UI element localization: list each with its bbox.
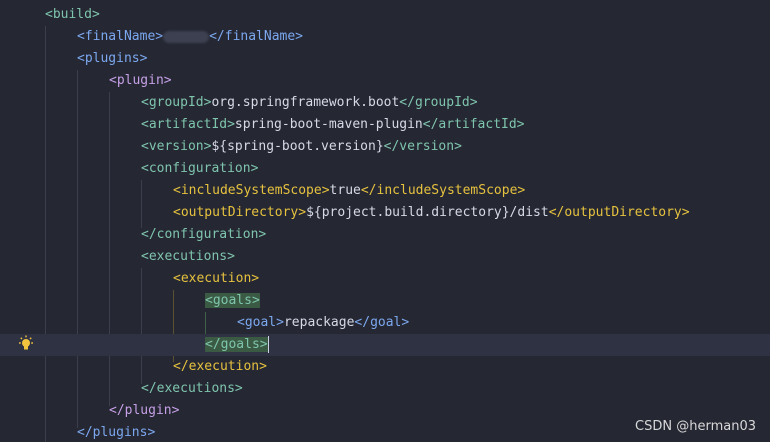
xml-tag: <outputDirectory> [173, 205, 307, 220]
xml-tag: <plugins> [77, 51, 148, 66]
code-line[interactable]: <includeSystemScope>true</includeSystemS… [0, 180, 770, 202]
code-line[interactable]: </configuration> [0, 224, 770, 246]
code-line[interactable]: <artifactId>spring-boot-maven-plugin</ar… [0, 114, 770, 136]
xml-tag: </goal> [354, 315, 410, 330]
code-line[interactable]: </execution> [0, 356, 770, 378]
xml-tag: </finalName> [209, 29, 304, 44]
xml-value: ${project.build.directory}/dist [306, 205, 549, 220]
xml-tag: </outputDirectory> [548, 205, 690, 220]
xml-tag: <execution> [173, 271, 260, 286]
xml-tag: </executions> [141, 381, 243, 396]
xml-tag: </configuration> [141, 227, 267, 242]
code-line[interactable]: <version>${spring-boot.version}</version… [0, 136, 770, 158]
code-line[interactable]: <goal>repackage</goal> [0, 312, 770, 334]
code-line[interactable]: </executions> [0, 378, 770, 400]
xml-tag: </execution> [173, 359, 267, 374]
xml-tag: </plugins> [77, 425, 156, 440]
xml-tag-matched: </goals> [205, 337, 268, 352]
xml-value: true [329, 183, 361, 198]
xml-tag: </plugin> [109, 403, 180, 418]
xml-tag: <finalName> [77, 29, 164, 44]
xml-tag: </includeSystemScope> [360, 183, 526, 198]
xml-tag: <executions> [141, 249, 235, 264]
xml-tag: </version> [383, 139, 462, 154]
xml-value: ${spring-boot.version} [211, 139, 384, 154]
redacted-value [163, 30, 210, 43]
xml-tag: </groupId> [399, 95, 478, 110]
xml-tag: </artifactId> [422, 117, 525, 132]
xml-value: spring-boot-maven-plugin [234, 117, 423, 132]
xml-tag-matched: <goals> [205, 293, 260, 308]
xml-tag: <version> [141, 139, 212, 154]
text-caret [267, 336, 269, 353]
code-line[interactable]: <plugins> [0, 48, 770, 70]
code-line[interactable]: <groupId>org.springframework.boot</group… [0, 92, 770, 114]
lightbulb-icon[interactable] [17, 335, 35, 353]
code-editor[interactable]: <build> <finalName> </finalName> <plugins… [0, 0, 770, 442]
xml-tag: <plugin> [109, 73, 172, 88]
watermark-text: CSDN @herman03 [635, 419, 756, 434]
code-line[interactable]: <finalName> </finalName> [0, 26, 770, 48]
xml-tag: <includeSystemScope> [173, 183, 330, 198]
code-line[interactable]: <execution> [0, 268, 770, 290]
code-line[interactable]: <plugin> [0, 70, 770, 92]
code-line[interactable]: <build> [0, 4, 770, 26]
code-line[interactable]: <goals> [0, 290, 770, 312]
code-line[interactable]: <configuration> [0, 158, 770, 180]
code-line[interactable]: <executions> [0, 246, 770, 268]
code-line-current[interactable]: </goals> [0, 334, 770, 356]
xml-tag: <groupId> [141, 95, 212, 110]
xml-tag: <configuration> [141, 161, 259, 176]
xml-value: org.springframework.boot [211, 95, 400, 110]
xml-tag: <goal> [237, 315, 284, 330]
xml-tag: <build> [45, 7, 100, 22]
xml-tag: <artifactId> [141, 117, 235, 132]
xml-value: repackage [283, 315, 355, 330]
code-line[interactable]: <outputDirectory>${project.build.directo… [0, 202, 770, 224]
